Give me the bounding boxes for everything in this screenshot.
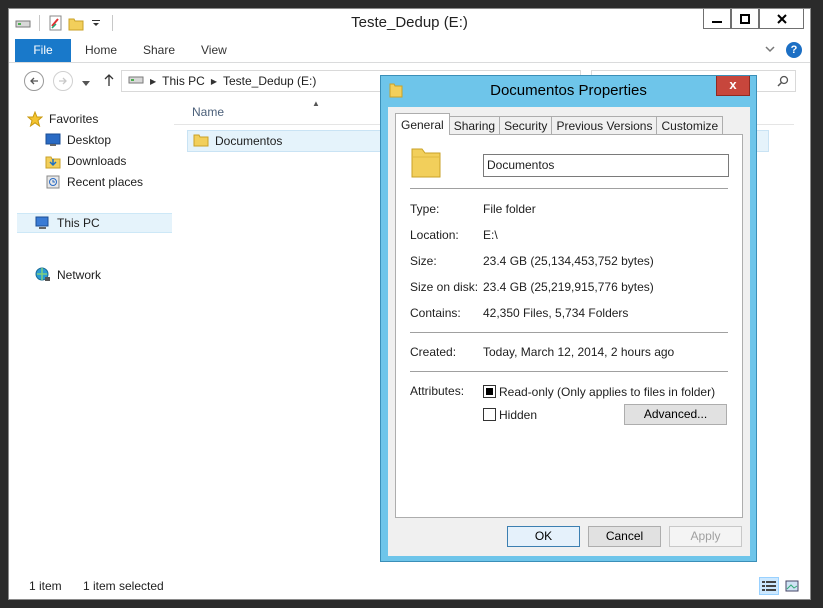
help-icon[interactable]: ? [786,42,802,58]
ribbon-tabs: File Home Share View ? [9,39,810,63]
item-name: Documentos [215,134,283,148]
contains-label: Contains: [410,306,461,320]
dialog-title: Documentos Properties [490,82,647,99]
forward-arrow-icon [59,77,67,85]
tab-previous-versions[interactable]: Previous Versions [551,116,658,135]
tab-view[interactable]: View [201,39,227,62]
search-icon [777,75,789,87]
breadcrumb-chevron-icon[interactable]: ▶ [211,77,217,86]
size-on-disk-label: Size on disk: [410,280,479,294]
hidden-checkbox[interactable] [483,408,496,421]
created-label: Created: [410,345,457,359]
forward-button[interactable] [53,71,73,91]
properties-dialog: Documentos Properties x General Sharing … [380,75,757,562]
location-value: E:\ [483,228,498,242]
folder-name-field[interactable]: Documentos [483,154,729,177]
folder-large-icon [410,145,442,182]
maximize-icon [740,13,750,24]
size-on-disk-value: 23.4 GB (25,219,915,776 bytes) [483,280,654,294]
desktop-icon [45,132,61,148]
minimize-icon [712,20,722,23]
ribbon-right-controls: ? [764,42,802,58]
title-bar: Teste_Dedup (E:) [9,9,810,39]
type-label: Type: [410,202,440,216]
contains-value: 42,350 Files, 5,734 Folders [483,306,629,320]
details-view-icon [762,581,776,591]
tab-share[interactable]: Share [143,39,175,62]
breadcrumb-this-pc[interactable]: This PC [162,74,205,88]
cancel-button[interactable]: Cancel [588,526,661,547]
nav-favorites[interactable]: Favorites [27,109,192,129]
nav-network-label: Network [57,268,102,282]
divider [410,188,728,189]
ok-button[interactable]: OK [507,526,580,547]
tab-home[interactable]: Home [85,39,117,62]
status-bar: 1 item 1 item selected [9,569,810,599]
downloads-icon [45,153,61,169]
nav-favorites-label: Favorites [49,112,99,126]
tab-sharing[interactable]: Sharing [448,116,501,135]
caption-buttons [703,9,804,29]
details-view-button[interactable] [759,577,779,595]
minimize-button[interactable] [703,9,731,29]
dialog-tabs: General Sharing Security Previous Versio… [395,113,724,135]
hidden-label[interactable]: Hidden [499,408,537,422]
size-value: 23.4 GB (25,134,453,752 bytes) [483,254,654,268]
back-arrow-icon [30,77,38,85]
item-count: 1 item [29,579,62,593]
nav-this-pc-label: This PC [57,216,100,230]
created-value: Today, March 12, 2014, 2 hours ago [483,345,675,359]
size-label: Size: [410,254,437,268]
star-icon [27,111,43,127]
close-icon: x [729,77,737,92]
large-icons-view-icon [785,580,799,592]
general-tab-panel: Documentos Type: File folder Location: E… [395,134,743,518]
close-icon [776,13,787,24]
folder-icon [193,133,209,150]
tab-general[interactable]: General [395,113,450,135]
expand-ribbon-icon[interactable] [764,43,776,57]
breadcrumb-drive[interactable]: Teste_Dedup (E:) [223,74,316,88]
nav-downloads-label: Downloads [67,154,127,168]
window-title: Teste_Dedup (E:) [351,14,468,31]
large-icons-view-button[interactable] [782,577,802,595]
nav-recent-label: Recent places [67,175,144,189]
recent-locations-icon[interactable] [82,76,90,90]
breadcrumb-chevron-icon[interactable]: ▶ [150,77,156,86]
up-arrow-icon[interactable] [103,73,115,90]
network-icon [35,267,51,283]
column-name-header[interactable]: Name [192,105,224,119]
advanced-button[interactable]: Advanced... [624,404,727,425]
recent-places-icon [45,174,61,190]
tab-security[interactable]: Security [499,116,553,135]
selection-count: 1 item selected [83,579,164,593]
readonly-label[interactable]: Read-only (Only applies to files in fold… [499,385,715,399]
apply-button[interactable]: Apply [669,526,742,547]
nav-desktop-label: Desktop [67,133,112,147]
type-value: File folder [483,202,536,216]
divider [410,332,728,333]
maximize-button[interactable] [731,9,759,29]
divider [410,371,728,372]
sort-ascending-icon: ▲ [312,99,320,108]
attributes-label: Attributes: [410,384,465,398]
back-button[interactable] [24,71,44,91]
drive-icon [128,74,144,89]
location-label: Location: [410,228,459,242]
tab-customize[interactable]: Customize [656,116,724,135]
close-button[interactable] [759,9,804,29]
computer-icon [35,215,51,231]
dialog-close-button[interactable]: x [716,76,750,96]
navigation-pane: Favorites Desktop Downloads Recent place… [9,99,174,569]
dialog-body: General Sharing Security Previous Versio… [388,107,750,556]
nav-this-pc[interactable]: This PC [17,213,172,233]
tab-file[interactable]: File [15,39,71,62]
readonly-checkbox[interactable] [483,385,496,398]
